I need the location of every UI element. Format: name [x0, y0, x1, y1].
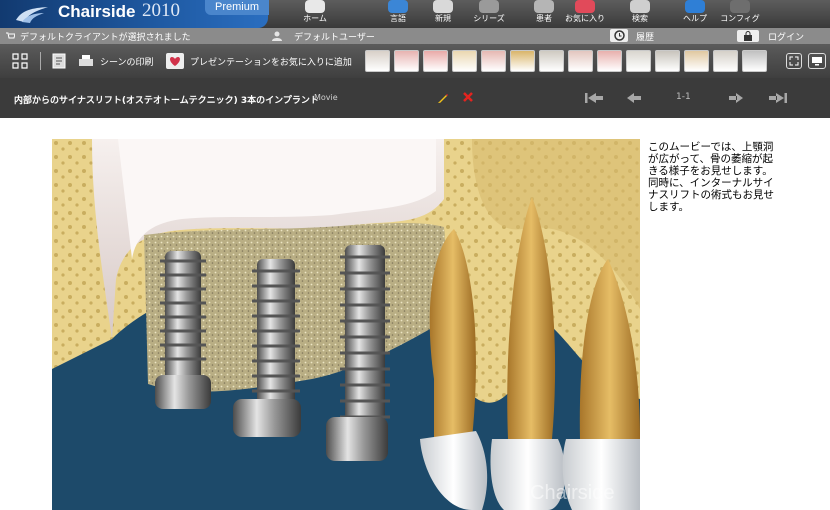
nav-label: シリーズ	[473, 14, 505, 23]
login-label[interactable]: ログイン	[768, 30, 804, 43]
nav-config-button[interactable]: コンフィグ	[717, 0, 763, 28]
lock-icon	[744, 31, 752, 41]
add-favorite-label: プレゼンテーションをお気に入りに追加	[190, 57, 352, 68]
scene-thumbnail[interactable]	[365, 50, 390, 72]
scene-thumbnail[interactable]	[742, 50, 767, 72]
movie-description: このムービーでは、上顎洞が広がって、骨の萎縮が起きる様子をお見せします。同時に、…	[648, 141, 774, 213]
toolbar-divider	[40, 52, 41, 70]
client-status: デフォルトクライアントが選択されました	[20, 33, 191, 43]
delete-x-icon[interactable]	[463, 92, 473, 102]
nav-patient-button[interactable]: 患者	[521, 0, 567, 28]
login-button[interactable]	[737, 30, 759, 42]
search-icon	[630, 0, 650, 13]
language-icon	[388, 0, 408, 13]
previous-page-icon[interactable]	[626, 92, 642, 104]
chairside-watermark: Chairside	[530, 482, 614, 504]
scene-thumbnail[interactable]	[655, 50, 680, 72]
print-scene-button[interactable]: シーンの印刷	[78, 53, 154, 69]
page-indicator: 1-1	[676, 92, 691, 102]
expand-icon	[789, 56, 799, 66]
series-icon	[479, 0, 499, 13]
sinus-lift-illustration: Chairside	[52, 139, 640, 510]
history-label[interactable]: 履歴	[636, 30, 654, 43]
chairside-logo-icon	[16, 7, 48, 23]
nav-new-button[interactable]: 新規	[420, 0, 466, 28]
print-label: シーンの印刷	[100, 57, 154, 68]
nav-label: 患者	[536, 14, 552, 23]
content-area: Chairside このムービーでは、上顎洞が広がって、骨の萎縮が起きる様子をお…	[0, 118, 830, 510]
edition-badge: Premium	[205, 0, 269, 15]
patient-icon	[534, 0, 554, 13]
chairside-app: Chairside 2010 Premium ホーム 言語 新規 シリーズ 患者 お気に入…	[0, 0, 830, 510]
nav-label: お気に入り	[565, 14, 605, 23]
nav-search-button[interactable]: 検索	[617, 0, 663, 28]
cart-icon	[6, 32, 15, 39]
edit-pencil-icon[interactable]	[437, 92, 449, 104]
scene-thumbnail[interactable]	[684, 50, 709, 72]
scene-thumbnail[interactable]	[481, 50, 506, 72]
brand-year: 2010	[142, 0, 180, 21]
add-favorite-button[interactable]: プレゼンテーションをお気に入りに追加	[166, 53, 352, 69]
heart-icon	[166, 53, 184, 69]
top-header: Chairside 2010 Premium ホーム 言語 新規 シリーズ 患者 お気に入…	[0, 0, 830, 28]
scene-thumbnail[interactable]	[452, 50, 477, 72]
scene-thumbnail[interactable]	[597, 50, 622, 72]
nav-label: 検索	[632, 14, 648, 23]
movie-title-bar: 内部からのサイナスリフト(オステオトームテクニック) 3本のインプラント Mov…	[0, 78, 830, 118]
config-icon	[730, 0, 750, 13]
help-icon	[685, 0, 705, 13]
nav-home-button[interactable]: ホーム	[292, 0, 338, 28]
movie-type-label: Movie	[314, 93, 338, 102]
movie-title: 内部からのサイナスリフト(オステオトームテクニック) 3本のインプラント	[14, 96, 319, 106]
clock-icon	[614, 30, 625, 41]
first-page-icon[interactable]	[584, 92, 604, 104]
status-bar: デフォルトクライアントが選択されました デフォルトユーザー 履歴 ログイン	[0, 28, 830, 44]
nav-label: 言語	[390, 14, 406, 23]
nav-language-button[interactable]: 言語	[375, 0, 421, 28]
scene-toolbar: シーンの印刷 プレゼンテーションをお気に入りに追加	[0, 44, 830, 78]
scene-thumbnail[interactable]	[626, 50, 651, 72]
nav-favorites-button[interactable]: お気に入り	[562, 0, 608, 28]
scene-thumbnail[interactable]	[510, 50, 535, 72]
home-icon	[305, 0, 325, 13]
screen-mode-button[interactable]	[808, 53, 826, 69]
brand-banner: Chairside 2010 Premium	[0, 0, 269, 28]
user-status[interactable]: デフォルトユーザー	[294, 30, 375, 43]
nav-series-button[interactable]: シリーズ	[466, 0, 512, 28]
nav-label: コンフィグ	[720, 14, 760, 23]
document-icon[interactable]	[51, 53, 67, 69]
collapse-icon[interactable]	[12, 53, 28, 69]
scene-thumbnail[interactable]	[423, 50, 448, 72]
print-icon	[79, 55, 93, 66]
nav-label: 新規	[435, 14, 451, 23]
nav-help-button[interactable]: ヘルプ	[672, 0, 718, 28]
monitor-icon	[812, 57, 822, 66]
last-page-icon[interactable]	[768, 92, 788, 104]
history-button[interactable]	[610, 29, 628, 42]
scene-thumbnail[interactable]	[539, 50, 564, 72]
implant-1	[155, 251, 211, 409]
nav-label: ホーム	[303, 14, 327, 23]
nav-label: ヘルプ	[683, 14, 707, 23]
scene-thumbnail[interactable]	[568, 50, 593, 72]
favorites-icon	[575, 0, 595, 13]
new-icon	[433, 0, 453, 13]
scene-thumbnail[interactable]	[394, 50, 419, 72]
movie-player[interactable]: Chairside	[52, 139, 640, 510]
scene-thumbnail[interactable]	[713, 50, 738, 72]
fullscreen-button[interactable]	[786, 53, 802, 69]
user-icon	[272, 31, 282, 41]
brand-name: Chairside	[58, 2, 136, 21]
next-page-icon[interactable]	[728, 92, 744, 104]
